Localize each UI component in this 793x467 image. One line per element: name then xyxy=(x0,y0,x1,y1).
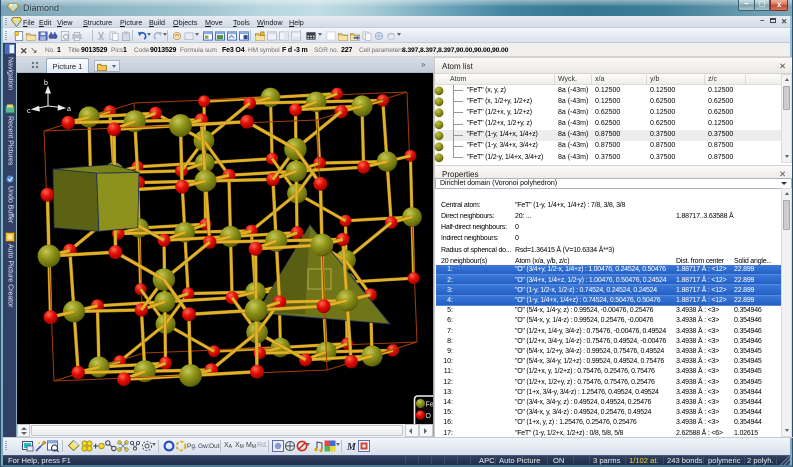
svg-text:c: c xyxy=(27,108,31,115)
svg-text:Fe: Fe xyxy=(426,402,434,409)
svg-text:a: a xyxy=(67,106,71,113)
svg-text:+: + xyxy=(93,441,98,451)
svg-text:M: M xyxy=(346,442,357,452)
svg-text:b: b xyxy=(44,80,48,87)
svg-text:O: O xyxy=(426,413,432,420)
